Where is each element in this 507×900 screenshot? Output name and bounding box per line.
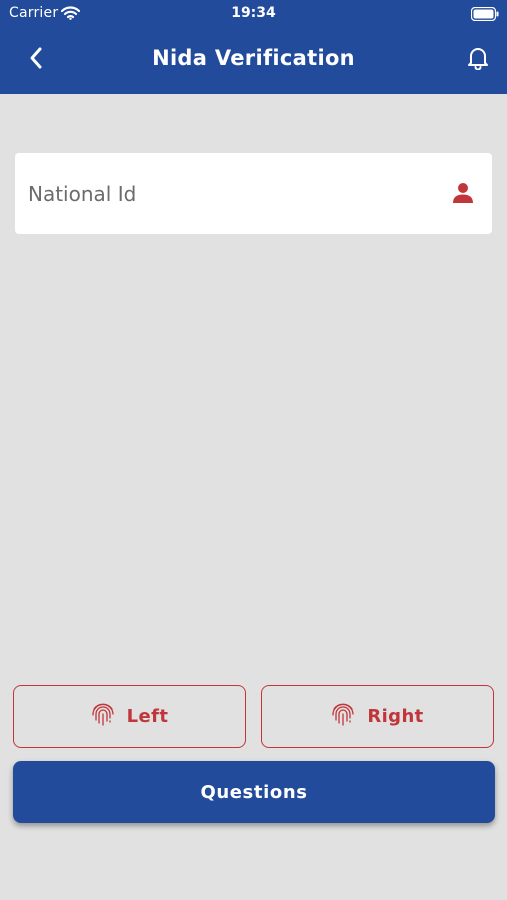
left-finger-button[interactable]: Left bbox=[13, 685, 246, 748]
fingerprint-icon bbox=[331, 701, 355, 732]
left-finger-label: Left bbox=[126, 706, 169, 727]
bell-icon bbox=[467, 46, 489, 74]
questions-button[interactable]: Questions bbox=[13, 761, 495, 823]
page-title: Nida Verification bbox=[152, 46, 355, 70]
person-icon bbox=[452, 182, 474, 208]
national-id-field[interactable] bbox=[15, 153, 492, 234]
status-bar: Carrier 19:34 bbox=[0, 0, 507, 28]
nav-bar: Nida Verification bbox=[0, 38, 507, 84]
status-time: 19:34 bbox=[231, 5, 276, 21]
fingerprint-icon bbox=[91, 701, 115, 732]
notifications-button[interactable] bbox=[462, 44, 494, 76]
questions-label: Questions bbox=[200, 781, 308, 803]
national-id-input[interactable] bbox=[15, 153, 435, 234]
right-finger-label: Right bbox=[367, 706, 424, 727]
battery-icon bbox=[470, 6, 499, 25]
right-finger-button[interactable]: Right bbox=[261, 685, 494, 748]
app-header: Carrier 19:34 Nida Verification bbox=[0, 0, 507, 94]
